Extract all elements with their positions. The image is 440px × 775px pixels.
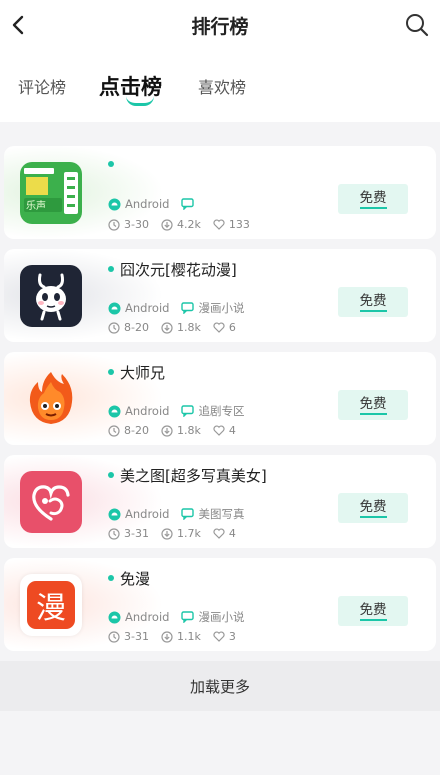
free-download-button[interactable]: 免费 [338,390,408,420]
app-tags: Android 美图写真 [108,506,256,522]
bullet-dot [108,574,114,581]
platform-label: Android [125,610,170,624]
clock-icon [108,527,120,540]
app-tags: Android 漫画小说 [108,609,256,625]
platform-label: Android [125,404,170,418]
app-name [108,156,120,174]
svg-text:漫: 漫 [36,591,66,626]
android-icon [108,508,121,520]
clock-icon [108,630,120,643]
man-character-icon: 漫 [20,574,82,636]
clock-icon [108,218,120,231]
android-icon [108,198,121,210]
list-item[interactable]: 乐声 Android 3-30 4.2k 133 免费 [4,146,436,239]
download-icon [161,424,173,437]
list-item[interactable]: 漫 免漫 Android 漫画小说 3-31 1.1k 3 免费 [4,558,436,651]
list-item[interactable]: 大师兄 Android 追剧专区 8-20 1.8k 4 免费 [4,352,436,445]
category-label: 追剧专区 [198,404,245,418]
page-title: 排行榜 [191,16,249,38]
app-name: 大师兄 [108,362,165,383]
free-download-button[interactable]: 免费 [338,287,408,317]
heart-logo-icon [20,471,82,533]
bullet-dot [108,265,114,272]
rank-tabs: 评论榜 点击榜 喜欢榜 [0,50,440,122]
download-icon [161,321,173,334]
app-stats: 3-31 1.7k 4 [108,527,248,540]
android-icon [108,405,121,417]
chat-icon [181,405,195,417]
list-item[interactable]: 囧次元[樱花动漫] Android 漫画小说 8-20 1.8k 6 免费 [4,249,436,342]
category-label: 美图写真 [198,507,245,521]
bullet-dot [108,471,114,478]
heart-icon [213,322,225,333]
heart-icon [213,631,225,642]
app-name: 美之图[超多写真美女] [108,465,267,486]
bullet-dot [108,368,114,375]
app-stats: 3-30 4.2k 133 [108,218,262,231]
app-stats: 8-20 1.8k 4 [108,424,248,437]
top-bar: 排行榜 [0,0,440,50]
heart-icon [213,219,225,230]
clock-icon [108,424,120,437]
heart-icon [213,528,225,539]
platform-label: Android [125,301,170,315]
svg-text:乐声: 乐声 [26,199,46,212]
chat-icon [181,508,195,520]
bullet-dot [108,160,114,167]
app-tags: Android 追剧专区 [108,403,256,419]
app-name: 囧次元[樱花动漫] [108,259,237,280]
heart-icon [213,425,225,436]
app-stats: 3-31 1.1k 3 [108,630,248,643]
free-download-button[interactable]: 免费 [338,184,408,214]
search-icon [406,14,429,37]
cartoon-rabbit-icon [20,265,82,327]
app-name: 免漫 [108,568,150,589]
app-stats: 8-20 1.8k 6 [108,321,248,334]
active-tab-indicator [126,96,154,106]
app-tags: Android [108,197,210,211]
category-label: 漫画小说 [198,610,245,624]
list-item[interactable]: 美之图[超多写真美女] Android 美图写真 3-31 1.7k 4 免费 [4,455,436,548]
android-icon [108,302,121,314]
download-icon [161,527,173,540]
green-board-icon: 乐声 [20,162,82,224]
platform-label: Android [125,507,170,521]
category-label: 漫画小说 [198,301,245,315]
app-tags: Android 漫画小说 [108,300,256,316]
platform-label: Android [125,197,170,211]
download-icon [161,218,173,231]
download-icon [161,630,173,643]
clock-icon [108,321,120,334]
free-download-button[interactable]: 免费 [338,596,408,626]
chat-icon [181,198,195,210]
chat-icon [181,302,195,314]
free-download-button[interactable]: 免费 [338,493,408,523]
android-icon [108,611,121,623]
tab-comments[interactable]: 评论榜 [18,74,66,98]
load-more-button[interactable]: 加载更多 [0,661,440,711]
tab-likes[interactable]: 喜欢榜 [198,74,246,98]
search-button[interactable] [404,12,430,38]
flame-monkey-icon [20,368,82,430]
chat-icon [181,611,195,623]
